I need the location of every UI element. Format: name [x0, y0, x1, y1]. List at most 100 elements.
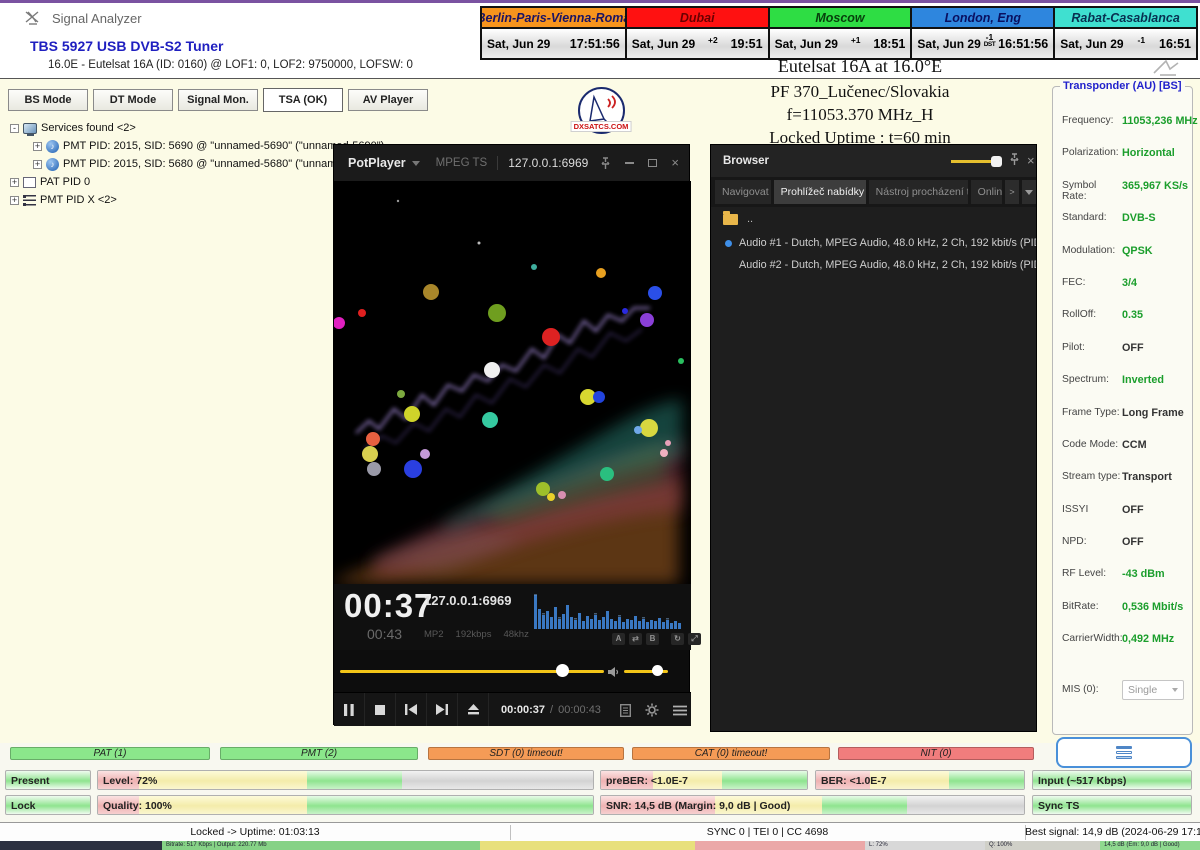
footer-elapsed: 00:00:37 — [501, 704, 545, 716]
tab-subtitle-browser[interactable]: Nástroj procházení titulků — [869, 180, 968, 204]
mis-dropdown[interactable]: Single — [1122, 680, 1184, 700]
main-content: PF 370_Lučenec/Slovakia f=11053.370 MHz_… — [0, 78, 1200, 743]
snr-meter: SNR: 14,5 dB (Margin: 9,0 dB | Good) — [600, 795, 1025, 815]
b-point-button[interactable]: B — [646, 633, 659, 645]
opacity-slider[interactable] — [951, 160, 997, 163]
potplayer-titlebar[interactable]: PotPlayer MPEG TS 127.0.0.1:6969 × — [334, 145, 689, 181]
signal-analyzer-window: Signal Analyzer Berlin-Paris-Vienna-Roma… — [0, 0, 1200, 850]
pin-icon[interactable] — [1009, 153, 1020, 166]
clipped-quality: Q: 100% — [985, 841, 1100, 850]
collapse-icon[interactable]: - — [10, 124, 19, 133]
eject-icon — [468, 704, 479, 715]
parent-directory-row[interactable]: .. — [723, 213, 753, 225]
folder-icon — [723, 214, 738, 225]
tab-bs-mode[interactable]: BS Mode — [8, 89, 88, 111]
a-point-button[interactable]: A — [612, 633, 625, 645]
transponder-row: Pilot:OFF — [1062, 342, 1187, 374]
loop-icon[interactable]: ↻ — [671, 633, 684, 645]
clock-time: 16:51:56 — [998, 37, 1048, 51]
close-icon[interactable]: × — [1027, 153, 1035, 168]
audio-track-2[interactable]: Audio #2 - Dutch, MPEG Audio, 48.0 kHz, … — [711, 255, 1036, 275]
stop-button[interactable] — [365, 693, 396, 726]
tab-online[interactable]: Online — [971, 180, 1002, 204]
save-button[interactable] — [1056, 737, 1192, 768]
chevron-down-icon[interactable] — [1022, 180, 1036, 204]
statusbar: Locked -> Uptime: 01:03:13 SYNC 0 | TEI … — [0, 822, 1200, 841]
potplayer-app-name[interactable]: PotPlayer — [348, 156, 406, 170]
total-time: 00:43 — [367, 626, 402, 642]
statusbar-best-signal: Best signal: 14,9 dB (2024-06-29 17:19) — [1025, 826, 1200, 838]
swap-icon[interactable]: ⇄ — [629, 633, 642, 645]
codec-name: MP2 — [424, 629, 444, 640]
parent-directory-label: .. — [747, 213, 753, 225]
pill-pat: PAT (1) — [10, 747, 210, 760]
chevron-down-icon[interactable] — [412, 161, 420, 166]
menu-icon[interactable] — [673, 705, 687, 716]
tree-item-services[interactable]: - Services found <2> — [8, 119, 338, 137]
browser-tabs: Navigovat Prohlížeč nabídky Nástroj proc… — [711, 177, 1036, 207]
expand-icon[interactable]: + — [33, 160, 42, 169]
volume-knob[interactable] — [652, 665, 663, 676]
close-icon[interactable]: × — [671, 158, 679, 168]
transponder-row: Modulation:QPSK — [1062, 245, 1187, 277]
expand-icon[interactable]: + — [10, 178, 19, 187]
clock-time-rabat: Sat, Jun 29 -1 16:51 — [1053, 29, 1196, 58]
playlist-icon[interactable] — [620, 704, 631, 717]
video-visualization[interactable] — [334, 181, 691, 584]
transponder-row: Symbol Rate:365,967 KS/s — [1062, 180, 1187, 212]
expand-icon[interactable]: + — [10, 196, 19, 205]
watermark-scribble-icon — [1150, 57, 1184, 77]
transponder-panel-title: Transponder (AU) [BS] — [1060, 80, 1185, 92]
eject-button[interactable] — [458, 693, 489, 726]
input-indicator: Input (~517 Kbps) — [1032, 770, 1192, 790]
previous-button[interactable] — [396, 693, 427, 726]
previous-icon — [405, 704, 417, 715]
services-tree: - Services found <2> + ♪ PMT PID: 2015, … — [8, 119, 338, 209]
maximize-icon[interactable] — [648, 159, 657, 167]
tab-menu-browser[interactable]: Prohlížeč nabídky — [774, 180, 866, 204]
ber-meter: BER: <1.0E-7 — [815, 770, 1025, 790]
seek-knob[interactable] — [556, 664, 569, 677]
pill-sdt: SDT (0) timeout! — [428, 747, 624, 760]
clock-city-moscow: Moscow — [768, 8, 911, 29]
tree-item-pmt-x[interactable]: + PMT PID X <2> — [8, 191, 338, 209]
minimize-icon[interactable] — [625, 162, 634, 164]
statusbar-sync: SYNC 0 | TEI 0 | CC 4698 — [510, 826, 1025, 838]
stream-address: 127.0.0.1:6969 — [508, 156, 588, 170]
tab-signal-mon[interactable]: Signal Mon. — [178, 89, 258, 111]
fullscreen-icon[interactable]: ⤢ — [688, 633, 701, 645]
expand-icon[interactable]: + — [33, 142, 42, 151]
arrow-right-icon[interactable]: > — [1005, 180, 1019, 204]
speaker-icon[interactable] — [608, 666, 620, 678]
slider-knob[interactable] — [991, 156, 1002, 167]
tab-navigate[interactable]: Navigovat — [715, 180, 771, 204]
next-icon — [436, 704, 448, 715]
tree-item-label: Services found <2> — [41, 122, 136, 134]
tuner-title: TBS 5927 USB DVB-S2 Tuner — [30, 38, 223, 54]
list-icon — [23, 195, 36, 206]
transponder-row: Polarization:Horizontal — [1062, 147, 1187, 179]
tab-dt-mode[interactable]: DT Mode — [93, 89, 173, 111]
pin-icon[interactable] — [600, 157, 611, 170]
transponder-row: Spectrum:Inverted — [1062, 374, 1187, 406]
tab-av-player[interactable]: AV Player — [348, 89, 428, 111]
stream-format-label: MPEG TS — [436, 157, 488, 169]
browser-titlebar[interactable]: Browser × — [711, 145, 1036, 177]
tree-item-pmt-5690[interactable]: + ♪ PMT PID: 2015, SID: 5690 @ "unnamed-… — [8, 137, 338, 155]
clock-time: 19:51 — [731, 37, 763, 51]
tree-item-pmt-5680[interactable]: + ♪ PMT PID: 2015, SID: 5680 @ "unnamed-… — [8, 155, 338, 173]
gear-icon[interactable] — [645, 703, 659, 717]
next-button[interactable] — [427, 693, 458, 726]
transponder-row: Stream type:Transport — [1062, 471, 1187, 503]
seek-row — [334, 650, 691, 692]
pause-button[interactable] — [334, 693, 365, 726]
annotation-site: PF 370_Lučenec/Slovakia — [600, 82, 1120, 102]
tab-tsa[interactable]: TSA (OK) — [263, 88, 343, 112]
tree-item-pat[interactable]: + PAT PID 0 — [8, 173, 338, 191]
codec-samplerate: 48khz — [503, 629, 528, 640]
audio-track-1[interactable]: Audio #1 - Dutch, MPEG Audio, 48.0 kHz, … — [711, 233, 1036, 253]
clock-date: Sat, Jun 29 — [917, 37, 980, 51]
mode-tabs: BS Mode DT Mode Signal Mon. TSA (OK) AV … — [8, 89, 428, 112]
clipped-snr: 14,5 dB (Em: 9,0 dB | Good) — [1100, 841, 1200, 850]
now-playing-title: 127.0.0.1:6969 — [424, 593, 511, 608]
